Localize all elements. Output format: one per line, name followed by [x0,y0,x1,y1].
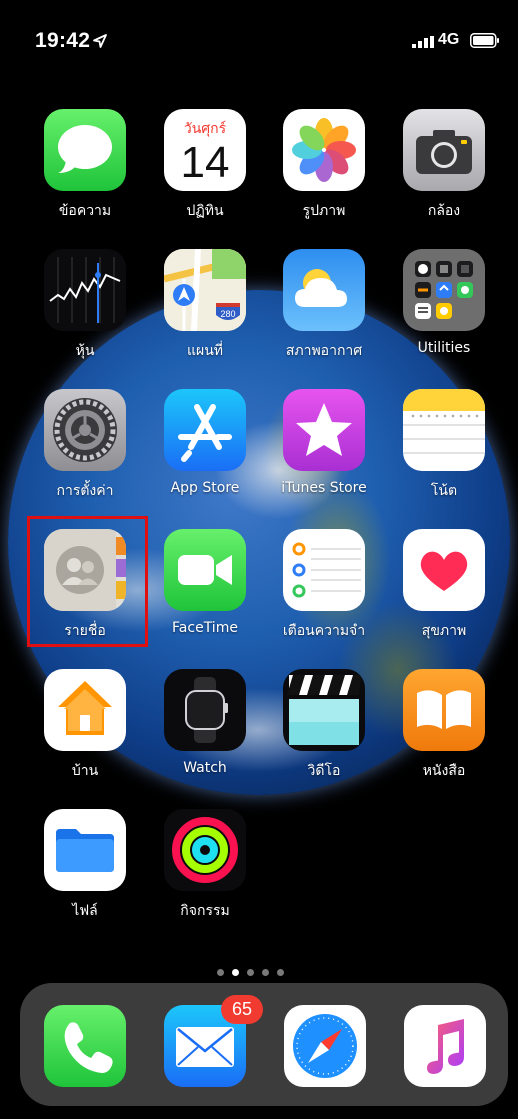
calendar-icon: วันศุกร์ 14 [164,109,246,191]
app-label: หนังสือ [422,763,466,779]
app-label: แผนที่ [186,343,224,359]
app-label: วิดีโอ [307,763,341,779]
app-weather[interactable]: สภาพอากาศ [264,249,384,362]
status-bar: 19:42 4G [0,0,518,80]
app-label: สุขภาพ [421,623,467,639]
app-settings[interactable]: การตั้งค่า [25,389,145,502]
app-books[interactable]: หนังสือ [384,669,504,782]
camera-icon [403,109,485,191]
dock-phone[interactable] [44,1005,126,1087]
contacts-highlight-box [27,516,148,647]
weather-icon [283,249,365,331]
clapperboard-icon [283,669,365,751]
app-photos[interactable]: รูปภาพ [264,109,384,222]
app-label: Watch [183,760,227,776]
app-calendar[interactable]: วันศุกร์ 14 ปฏิทิน [145,109,265,222]
app-home[interactable]: บ้าน [25,669,145,782]
watch-icon [164,669,246,751]
app-notes[interactable]: โน้ต [384,389,504,502]
photos-icon [283,109,365,191]
dock-safari[interactable] [284,1005,366,1087]
dock-music[interactable] [404,1005,486,1087]
mail-badge: 65 [221,995,263,1024]
app-label: ข้อความ [58,203,112,219]
app-label: iTunes Store [281,480,367,496]
app-watch[interactable]: Watch [145,669,265,776]
battery-icon [470,33,499,48]
app-label: กิจกรรม [180,903,230,919]
app-label: การตั้งค่า [56,483,114,499]
app-label: โน้ต [430,483,458,499]
page-dot[interactable] [277,969,284,976]
signal-bars-icon [412,36,434,48]
safari-compass-icon [284,1005,366,1087]
app-camera[interactable]: กล้อง [384,109,504,222]
phone-icon [44,1005,126,1087]
app-utilities[interactable]: Utilities [384,249,504,356]
app-label: กล้อง [427,203,461,219]
health-heart-icon [403,529,485,611]
notes-icon [403,389,485,471]
app-label: Utilities [417,340,471,356]
files-folder-icon [44,809,126,891]
app-label: สภาพอากาศ [285,343,363,359]
itunes-store-star-icon [283,389,365,471]
app-app-store[interactable]: App Store [145,389,265,496]
page-dot[interactable] [247,969,254,976]
location-arrow-icon [93,34,107,48]
settings-gear-icon [44,389,126,471]
stocks-icon [44,249,126,331]
app-label: รูปภาพ [302,203,346,219]
app-label: ไฟล์ [72,903,98,919]
reminders-icon [283,529,365,611]
app-label: เตือนความจำ [282,623,366,639]
app-reminders[interactable]: เตือนความจำ [264,529,384,642]
page-dot-active[interactable] [232,969,239,976]
app-store-icon [164,389,246,471]
messages-icon [44,109,126,191]
activity-rings-icon [164,809,246,891]
app-itunes-store[interactable]: iTunes Store [264,389,384,496]
app-messages[interactable]: ข้อความ [25,109,145,222]
facetime-video-icon [164,529,246,611]
page-dot[interactable] [217,969,224,976]
home-house-icon [44,669,126,751]
app-maps[interactable]: 280 แผนที่ [145,249,265,362]
maps-icon: 280 [164,249,246,331]
dock [20,983,508,1106]
app-label: หุ้น [75,343,95,359]
status-time: 19:42 [35,29,91,52]
app-label: App Store [170,480,240,496]
page-indicator[interactable] [213,962,288,976]
app-label: ปฏิทิน [186,203,224,219]
app-health[interactable]: สุขภาพ [384,529,504,642]
app-stocks[interactable]: หุ้น [25,249,145,362]
page-dot[interactable] [262,969,269,976]
books-icon [403,669,485,751]
calendar-weekday: วันศุกร์ [183,121,227,137]
utilities-folder-icon [403,249,485,331]
music-note-icon [404,1005,486,1087]
home-screen: 19:42 4G ข้อความ วันศุกร์ 14 ปฏิทิน รูปภ… [0,0,518,1119]
app-files[interactable]: ไฟล์ [25,809,145,922]
app-activity[interactable]: กิจกรรม [145,809,265,922]
network-type: 4G [438,31,460,48]
app-facetime[interactable]: FaceTime [145,529,265,636]
app-label: บ้าน [71,763,99,779]
app-label: FaceTime [172,620,238,636]
maps-route-shield: 280 [220,309,235,319]
app-clips[interactable]: วิดีโอ [264,669,384,782]
calendar-day: 14 [180,138,230,187]
